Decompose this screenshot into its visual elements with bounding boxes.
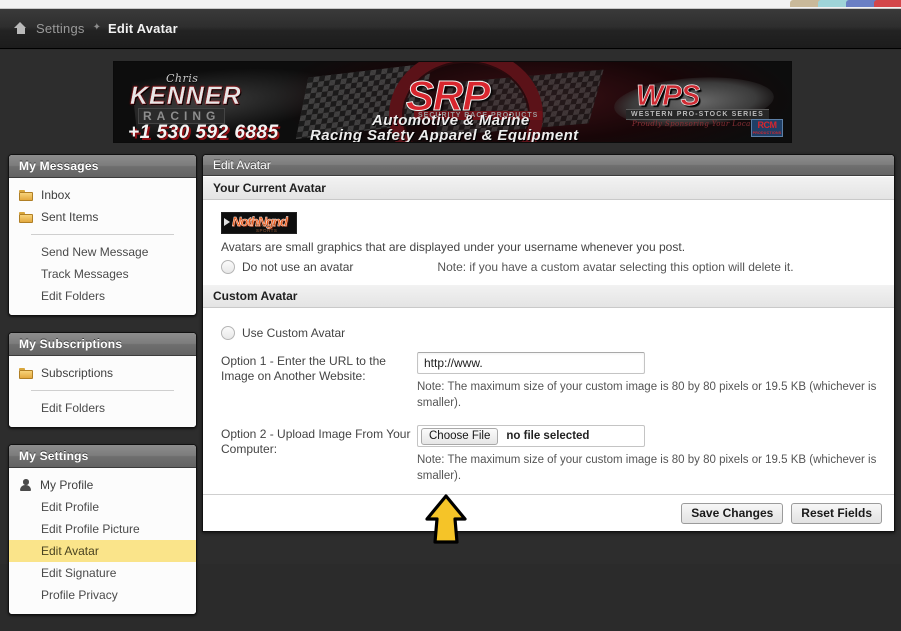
rcm-badge: RCM PRODUCTIONS xyxy=(751,119,783,137)
banner-wps-subtitle: WESTERN PRO-STOCK SERIES xyxy=(626,109,769,120)
sidebar-item-my-profile[interactable]: My Profile xyxy=(9,474,196,496)
radio-label-do-not-use-avatar: Do not use an avatar xyxy=(242,260,354,274)
sidebar-item-profile-privacy[interactable]: Profile Privacy xyxy=(9,584,196,606)
browser-tab-strip xyxy=(0,0,901,9)
sidebar-panel-settings: My Settings My Profile Edit Profile Edit… xyxy=(8,444,197,615)
option2-label: Option 2 - Upload Image From Your Comput… xyxy=(221,427,411,456)
site-banner[interactable]: Chris KENNER RACING +1 530 592 6885 SRP … xyxy=(113,61,792,143)
section-body-custom-avatar: Use Custom Avatar Option 1 - Enter the U… xyxy=(203,308,894,494)
sidebar-item-subscriptions[interactable]: Subscriptions xyxy=(9,362,196,384)
sidebar-item-track-messages[interactable]: Track Messages xyxy=(9,263,196,285)
breadcrumb-separator-icon: ✦ xyxy=(92,22,101,33)
page-body: Chris KENNER RACING +1 530 592 6885 SRP … xyxy=(0,50,901,615)
reset-fields-button[interactable]: Reset Fields xyxy=(791,502,882,524)
sidebar-item-label: Edit Signature xyxy=(41,566,117,580)
sidebar-item-edit-profile-picture[interactable]: Edit Profile Picture xyxy=(9,518,196,540)
breadcrumb-item-settings[interactable]: Settings xyxy=(36,21,85,36)
avatar-file-input[interactable]: Choose File no file selected xyxy=(417,425,645,447)
radio-do-not-use-avatar[interactable] xyxy=(221,260,235,274)
breadcrumb: Settings ✦ Edit Avatar xyxy=(0,9,901,49)
no-avatar-note: Note: if you have a custom avatar select… xyxy=(437,260,794,274)
sidebar: My Messages Inbox Sent Items Send New Me… xyxy=(8,154,197,631)
sidebar-item-send-new-message[interactable]: Send New Message xyxy=(9,241,196,263)
sidebar-item-edit-folders-subscriptions[interactable]: Edit Folders xyxy=(9,397,196,419)
option1-label: Option 1 - Enter the URL to the Image on… xyxy=(221,354,386,383)
option2-note: Note: The maximum size of your custom im… xyxy=(417,454,877,482)
option-row-no-avatar: Do not use an avatar Note: if you have a… xyxy=(203,260,894,274)
sidebar-panel-title-messages: My Messages xyxy=(9,155,196,178)
section-title-custom-avatar: Custom Avatar xyxy=(203,284,894,308)
field-row-option2: Option 2 - Upload Image From Your Comput… xyxy=(203,411,894,484)
avatar-logo-subtext: RACING SPORTS xyxy=(256,223,278,233)
option1-control: Note: The maximum size of your custom im… xyxy=(417,352,894,411)
sidebar-item-label: Send New Message xyxy=(41,245,149,259)
sidebar-item-label: Edit Folders xyxy=(41,401,106,415)
selected-file-name: no file selected xyxy=(506,430,590,442)
sidebar-item-label: Edit Folders xyxy=(41,289,106,303)
sidebar-item-label: Edit Profile Picture xyxy=(41,522,140,536)
sidebar-panel-body-subscriptions: Subscriptions Edit Folders xyxy=(9,356,196,427)
folder-icon xyxy=(19,367,33,379)
option-row-use-custom: Use Custom Avatar xyxy=(203,326,894,340)
sidebar-divider xyxy=(31,234,174,235)
save-changes-button[interactable]: Save Changes xyxy=(681,502,784,524)
banner-artwork: Chris KENNER RACING +1 530 592 6885 SRP … xyxy=(114,62,791,142)
sidebar-panel-subscriptions: My Subscriptions Subscriptions Edit Fold… xyxy=(8,332,197,428)
avatar-description: Avatars are small graphics that are disp… xyxy=(221,240,686,254)
banner-kenner-wordmark: KENNER xyxy=(130,82,242,110)
avatar-url-input[interactable] xyxy=(417,352,645,374)
main-panel-footer: Save Changes Reset Fields xyxy=(203,494,894,531)
sidebar-item-edit-avatar[interactable]: Edit Avatar xyxy=(9,540,196,562)
banner-phone-number: +1 530 592 6885 xyxy=(128,122,279,143)
main-panel: Edit Avatar Your Current Avatar NothNgnd… xyxy=(202,154,895,532)
person-icon xyxy=(19,479,32,491)
rcm-badge-subtext: PRODUCTIONS xyxy=(752,131,782,135)
section-body-current-avatar: NothNgnd RACING SPORTS Avatars are small… xyxy=(203,200,894,284)
section-title-current-avatar: Your Current Avatar xyxy=(203,176,894,200)
radio-label-use-custom-avatar: Use Custom Avatar xyxy=(242,326,346,340)
sidebar-divider xyxy=(31,390,174,391)
browser-tab-stub-4[interactable] xyxy=(874,0,901,7)
sidebar-item-inbox[interactable]: Inbox xyxy=(9,184,196,206)
choose-file-button[interactable]: Choose File xyxy=(421,427,499,445)
option2-control: Choose File no file selected Note: The m… xyxy=(417,425,894,484)
sidebar-panel-title-settings: My Settings xyxy=(9,445,196,468)
sidebar-item-label: Subscriptions xyxy=(41,366,114,380)
sidebar-panel-messages: My Messages Inbox Sent Items Send New Me… xyxy=(8,154,197,316)
folder-icon xyxy=(19,211,33,223)
sidebar-item-sent-items[interactable]: Sent Items xyxy=(9,206,196,228)
page-title: Edit Avatar xyxy=(203,155,894,176)
sidebar-item-label: Edit Avatar xyxy=(41,544,99,558)
field-row-option1: Option 1 - Enter the URL to the Image on… xyxy=(203,340,894,411)
option1-note: Note: The maximum size of your custom im… xyxy=(417,381,877,409)
sidebar-item-label: Edit Profile xyxy=(41,500,100,514)
sidebar-item-label: My Profile xyxy=(40,478,94,492)
sidebar-item-edit-folders-messages[interactable]: Edit Folders xyxy=(9,285,196,307)
radio-use-custom-avatar[interactable] xyxy=(221,326,235,340)
sidebar-item-label: Track Messages xyxy=(41,267,129,281)
sidebar-item-edit-signature[interactable]: Edit Signature xyxy=(9,562,196,584)
sidebar-panel-body-settings: My Profile Edit Profile Edit Profile Pic… xyxy=(9,468,196,614)
sidebar-panel-title-subscriptions: My Subscriptions xyxy=(9,333,196,356)
home-icon[interactable] xyxy=(14,22,27,35)
avatar-arrow-icon xyxy=(224,218,230,226)
sidebar-panel-body-messages: Inbox Sent Items Send New Message Track … xyxy=(9,178,196,315)
banner-srp-line2: Racing Safety Apparel & Equipment xyxy=(310,127,579,143)
breadcrumb-item-current: Edit Avatar xyxy=(107,21,178,36)
sidebar-item-edit-profile[interactable]: Edit Profile xyxy=(9,496,196,518)
folder-icon xyxy=(19,189,33,201)
current-avatar-image: NothNgnd RACING SPORTS xyxy=(221,212,297,234)
sidebar-item-label: Inbox xyxy=(41,188,71,202)
rcm-badge-text: RCM xyxy=(757,120,778,130)
sidebar-item-label: Profile Privacy xyxy=(41,588,118,602)
sidebar-item-label: Sent Items xyxy=(41,210,99,224)
